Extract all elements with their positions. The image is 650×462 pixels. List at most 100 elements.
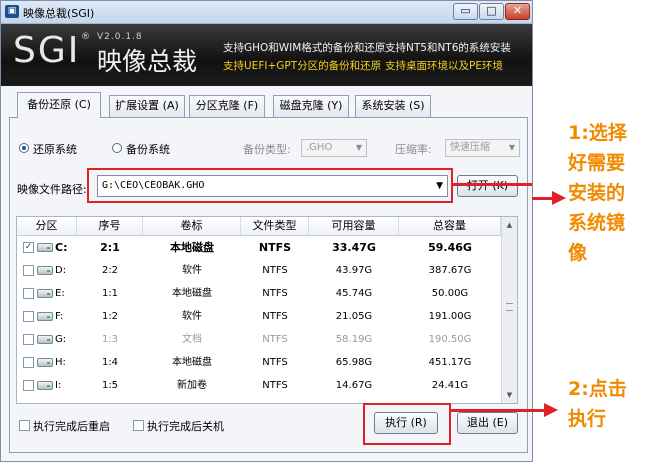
tab-disk-clone[interactable]: 磁盘克隆 (Y)	[273, 95, 349, 117]
maximize-button[interactable]: □	[479, 3, 504, 20]
shutdown-checkbox[interactable]	[133, 420, 144, 431]
tab-backup-restore[interactable]: 备份还原 (C)	[17, 92, 101, 118]
backup-type-select[interactable]: .GHO ▼	[301, 139, 367, 157]
image-path-label: 映像文件路径:	[17, 183, 87, 196]
execute-highlight-box	[363, 403, 451, 445]
compression-label: 压缩率:	[395, 143, 432, 156]
table-row[interactable]: D: 2:2 软件 NTFS 43.97G 387.67G	[17, 259, 501, 282]
table-row[interactable]: ✓ C: 2:1 本地磁盘 NTFS 33.47G 59.46G	[17, 236, 501, 259]
table-row[interactable]: H: 1:4 本地磁盘 NTFS 65.98G 451.17G	[17, 351, 501, 374]
window-title: 映像总裁(SGI)	[23, 7, 95, 20]
header-filesystem[interactable]: 文件类型	[241, 217, 309, 235]
scroll-down-icon[interactable]: ▼	[503, 388, 516, 402]
tab-system-install[interactable]: 系统安装 (S)	[355, 95, 431, 117]
drive-letter: C:	[55, 241, 68, 254]
row-checkbox[interactable]	[23, 311, 34, 322]
minimize-button[interactable]: ▭	[453, 3, 478, 20]
step2-line: 执行	[568, 408, 607, 430]
header-free-space[interactable]: 可用容量	[309, 217, 399, 235]
cell-index: 1:4	[101, 357, 119, 368]
table-row[interactable]: E: 1:1 本地磁盘 NTFS 45.74G 50.00G	[17, 282, 501, 305]
cell-label: 本地磁盘	[172, 288, 212, 299]
row-checkbox[interactable]	[23, 334, 34, 345]
cell-index: 1:5	[101, 380, 119, 391]
cell-free: 43.97G	[335, 265, 373, 276]
header-total-space[interactable]: 总容量	[399, 217, 501, 235]
step2-arrow-head	[544, 403, 558, 417]
cell-index: 1:2	[101, 311, 119, 322]
cell-index: 2:1	[100, 241, 120, 254]
cell-label: 新加卷	[177, 380, 207, 391]
step1-line: 像	[568, 242, 588, 264]
step2-annotation: 2:点击 执行	[568, 374, 627, 434]
registered-mark: ®	[81, 32, 90, 42]
restore-radio[interactable]	[19, 143, 29, 153]
table-row[interactable]: G: 1:3 文档 NTFS 58.19G 190.50G	[17, 328, 501, 351]
exit-button[interactable]: 退出 (E)	[457, 412, 518, 434]
step2-line: 2:点击	[568, 378, 627, 400]
header-index[interactable]: 序号	[77, 217, 143, 235]
open-button[interactable]: 打开 (K)	[457, 175, 518, 197]
cell-label: 软件	[182, 311, 202, 322]
tab-extended-settings[interactable]: 扩展设置 (A)	[109, 95, 185, 117]
feature-uefi-gpt: 支持UEFI+GPT分区的备份和还原	[223, 60, 382, 72]
header-partition[interactable]: 分区	[17, 217, 77, 235]
cell-total: 190.50G	[428, 334, 472, 345]
table-row[interactable]: F: 1:2 软件 NTFS 21.05G 191.00G	[17, 305, 501, 328]
row-checkbox[interactable]	[23, 265, 34, 276]
cell-free: 45.74G	[335, 288, 373, 299]
cell-total: 24.41G	[431, 380, 469, 391]
step1-arrow-head	[552, 191, 566, 205]
drive-letter: E:	[55, 288, 65, 299]
sgi-window: ▣ 映像总裁(SGI) ▭ □ ✕ SGI ® V2.0.1.8 映像总裁 支持…	[0, 0, 533, 462]
cell-free: 33.47G	[332, 241, 376, 254]
backup-label: 备份系统	[126, 143, 170, 156]
cell-label: 本地磁盘	[170, 241, 214, 254]
cell-fs: NTFS	[262, 334, 288, 345]
header-banner: SGI ® V2.0.1.8 映像总裁 支持GHO和WIM格式的备份和还原 支持…	[1, 24, 532, 86]
vertical-scrollbar[interactable]: ▲ ▼	[501, 217, 517, 403]
row-checkbox[interactable]	[23, 380, 34, 391]
hard-drive-icon	[37, 243, 53, 252]
cell-index: 1:1	[101, 288, 119, 299]
cell-fs: NTFS	[258, 241, 292, 254]
scroll-grip[interactable]	[506, 303, 513, 311]
row-checkbox[interactable]: ✓	[23, 242, 34, 253]
row-checkbox[interactable]	[23, 288, 34, 299]
partition-table: 分区 序号 卷标 文件类型 可用容量 总容量 ✓ C: 2:1 本地磁盘 NTFS 33.…	[16, 216, 518, 404]
cell-index: 2:2	[101, 265, 119, 276]
table-row[interactable]: I: 1:5 新加卷 NTFS 14.67G 24.41G	[17, 374, 501, 397]
compression-value: 快速压缩	[450, 142, 490, 153]
cell-label: 本地磁盘	[172, 357, 212, 368]
step1-line: 好需要	[568, 152, 626, 174]
step1-annotation: 1:选择 好需要 安装的 系统镜 像	[568, 118, 627, 268]
drive-letter: I:	[55, 380, 62, 391]
cell-total: 387.67G	[428, 265, 472, 276]
reboot-checkbox[interactable]	[19, 420, 30, 431]
close-button[interactable]: ✕	[505, 3, 530, 20]
reboot-label: 执行完成后重启	[33, 420, 110, 433]
hard-drive-icon	[37, 381, 53, 390]
chevron-down-icon: ▼	[508, 143, 515, 152]
cell-free: 58.19G	[335, 334, 373, 345]
scroll-up-icon[interactable]: ▲	[503, 218, 516, 232]
table-header: 分区 序号 卷标 文件类型 可用容量 总容量	[17, 217, 501, 236]
backup-radio[interactable]	[112, 143, 122, 153]
backup-type-value: .GHO	[306, 142, 333, 153]
step1-line: 系统镜	[568, 212, 626, 234]
drive-letter: D:	[55, 265, 67, 276]
path-highlight-box	[87, 168, 453, 203]
cell-free: 65.98G	[335, 357, 373, 368]
row-checkbox[interactable]	[23, 357, 34, 368]
cell-total: 50.00G	[431, 288, 469, 299]
hard-drive-icon	[37, 289, 53, 298]
cell-total: 451.17G	[428, 357, 472, 368]
drive-letter: G:	[55, 334, 67, 345]
step1-connector	[452, 183, 532, 186]
backup-type-label: 备份类型:	[243, 143, 291, 156]
compression-select[interactable]: 快速压缩 ▼	[445, 139, 520, 157]
cell-fs: NTFS	[262, 288, 288, 299]
tab-partition-clone[interactable]: 分区克隆 (F)	[189, 95, 265, 117]
header-label[interactable]: 卷标	[143, 217, 241, 235]
version-label: V2.0.1.8	[97, 32, 143, 42]
